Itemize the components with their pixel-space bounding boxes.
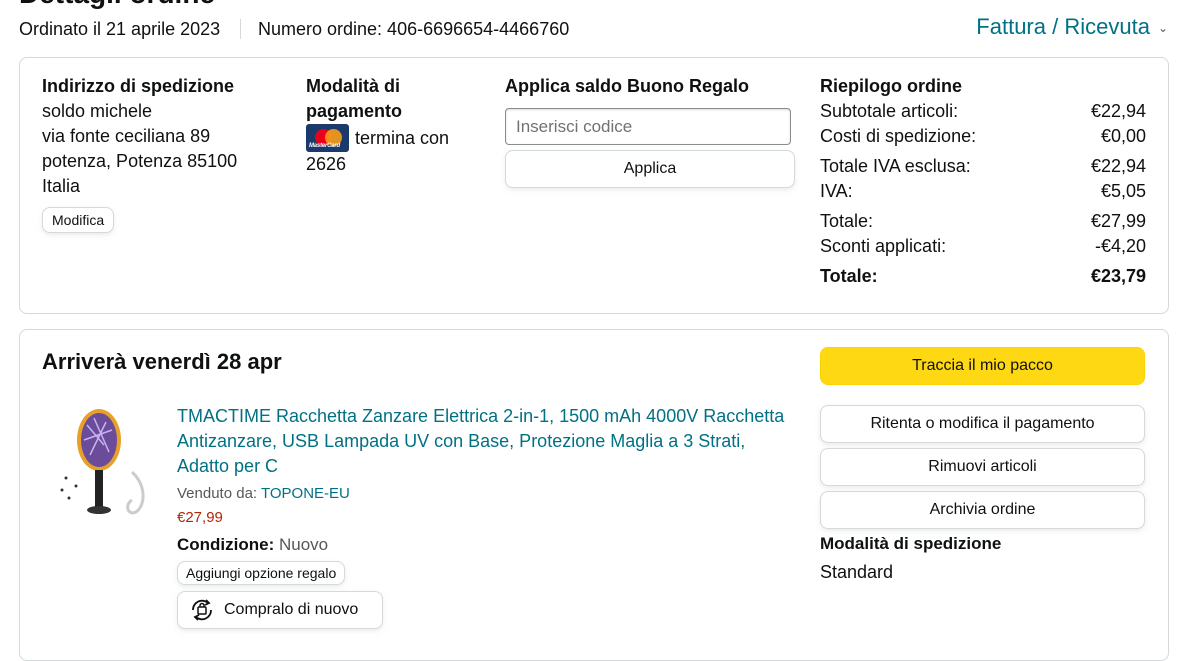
card-line: MasterCard termina con	[306, 124, 486, 152]
retry-payment-button[interactable]: Ritenta o modifica il pagamento	[820, 405, 1145, 443]
address-city: potenza, Potenza 85100	[42, 151, 238, 171]
seller-link[interactable]: TOPONE-EU	[261, 485, 350, 502]
buy-again-button[interactable]: Compralo di nuovo	[177, 591, 383, 629]
summary-row: Sconti applicati: -€4,20	[820, 236, 1146, 256]
summary-title: Riepilogo ordine	[820, 76, 962, 96]
order-date: Ordinato il 21 aprile 2023	[19, 19, 221, 39]
buy-again-label: Compralo di nuovo	[224, 601, 359, 618]
buy-again-icon	[192, 599, 212, 621]
apply-gift-button[interactable]: Applica	[505, 150, 795, 188]
chevron-down-icon: ⌄	[1157, 21, 1168, 35]
card-text: termina con	[355, 127, 450, 148]
remove-items-button[interactable]: Rimuovi articoli	[820, 448, 1145, 486]
summary-row: Totale IVA esclusa: €22,94	[820, 156, 1146, 176]
product-info: TMACTIME Racchetta Zanzare Elettrica 2-i…	[177, 404, 797, 629]
summary-row: Costi di spedizione: €0,00	[820, 126, 1146, 146]
shipping-address: Indirizzo di spedizione soldo michele vi…	[42, 74, 282, 233]
edit-address-button[interactable]: Modifica	[42, 207, 115, 233]
shipping-address-title: Indirizzo di spedizione	[42, 76, 235, 96]
racket-icon	[60, 409, 145, 515]
add-gift-option-button[interactable]: Aggiungi opzione regalo	[177, 561, 346, 585]
address-street: via fonte ceciliana 89	[42, 126, 211, 146]
address-name: soldo michele	[42, 101, 153, 121]
address-country: Italia	[42, 176, 81, 196]
shipping-method-title: Modalità di spedizione	[820, 534, 1002, 553]
invoice-label: Fattura / Ricevuta	[976, 14, 1150, 39]
shipment-card: Arriverà venerdì 28 apr TMACTIME Racchet…	[19, 329, 1169, 661]
sold-by-label: Venduto da:	[177, 485, 258, 502]
mastercard-icon: MasterCard	[306, 124, 349, 152]
product-price: €27,99	[177, 509, 223, 526]
arrival-date: Arriverà venerdì 28 apr	[42, 349, 282, 374]
order-number: Numero ordine: 406-6696654-4466760	[258, 19, 570, 39]
shipment-actions: Traccia il mio pacco Ritenta o modifica …	[820, 347, 1146, 583]
summary-grand-total: Totale: €23,79	[820, 266, 1146, 286]
product-title-link[interactable]: TMACTIME Racchetta Zanzare Elettrica 2-i…	[177, 404, 797, 479]
summary-row: Subtotale articoli: €22,94	[820, 101, 1146, 121]
archive-order-button[interactable]: Archivia ordine	[820, 491, 1145, 529]
condition-label: Condizione:	[177, 535, 275, 554]
invoice-dropdown[interactable]: Fattura / Ricevuta ⌄	[976, 14, 1168, 40]
order-header: Dettagli ordine Ordinato il 21 aprile 20…	[0, 0, 1185, 58]
sold-by: Venduto da: TOPONE-EU	[177, 484, 797, 504]
payment-title-line1: Modalità di	[306, 76, 400, 96]
summary-row: Totale: €27,99	[820, 211, 1146, 231]
condition: Condizione: Nuovo	[177, 533, 797, 557]
gift-card-section: Applica saldo Buono Regalo Applica	[505, 74, 795, 188]
summary-row: IVA: €5,05	[820, 181, 1146, 201]
condition-value: Nuovo	[279, 535, 329, 554]
gift-card-title: Applica saldo Buono Regalo	[505, 76, 750, 96]
order-info-card: Indirizzo di spedizione soldo michele vi…	[19, 57, 1169, 314]
order-summary: Riepilogo ordine Subtotale articoli: €22,…	[820, 74, 1146, 289]
header-divider	[240, 19, 241, 39]
shipping-method-value: Standard	[820, 562, 894, 582]
payment-method: Modalità di pagamento MasterCard termina…	[306, 74, 486, 177]
product-image[interactable]	[54, 400, 154, 520]
page-title: Dettagli ordine	[19, 0, 215, 10]
gift-code-input[interactable]	[505, 108, 791, 145]
track-package-button[interactable]: Traccia il mio pacco	[820, 347, 1145, 385]
payment-title-line2: pagamento	[306, 101, 403, 121]
